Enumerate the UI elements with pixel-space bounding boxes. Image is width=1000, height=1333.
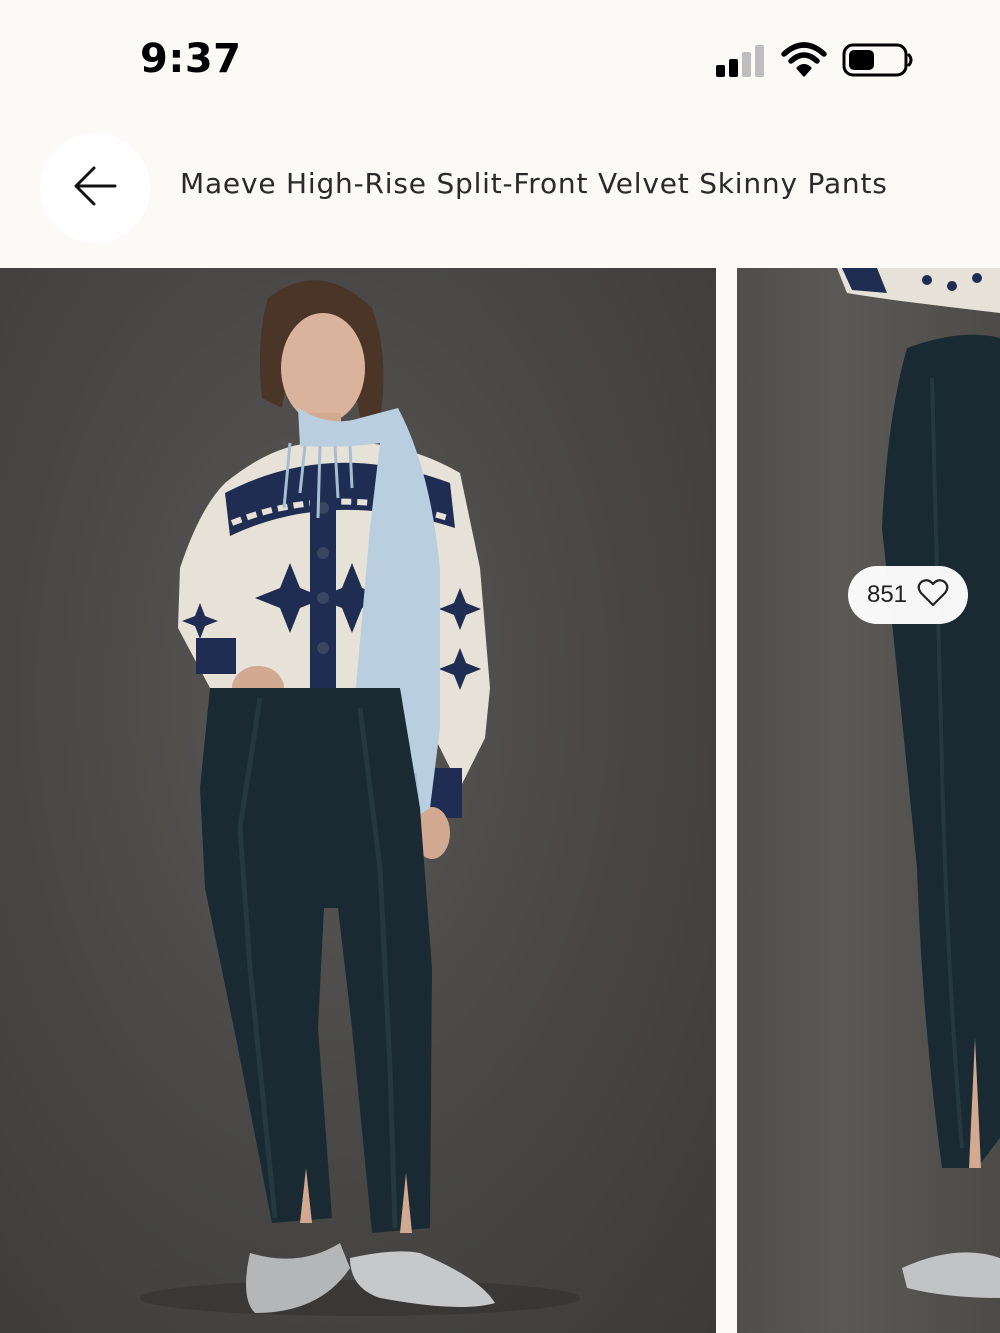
wifi-icon: [780, 40, 828, 78]
like-button[interactable]: 851: [848, 566, 968, 624]
status-time: 9:37: [140, 36, 242, 82]
like-count: 851: [866, 581, 908, 608]
back-button[interactable]: [40, 133, 150, 243]
product-image-gallery[interactable]: 851: [0, 268, 1000, 1333]
product-header: Maeve High-Rise Split-Front Velvet Skinn…: [0, 120, 1000, 268]
battery-icon: [842, 42, 914, 78]
heart-outline-icon: [917, 578, 949, 612]
product-title: Maeve High-Rise Split-Front Velvet Skinn…: [180, 167, 888, 200]
product-photo-full-outfit[interactable]: [0, 268, 716, 1333]
arrow-left-icon: [72, 166, 118, 210]
cellular-signal-icon: [716, 45, 768, 77]
product-photo-side-view[interactable]: [737, 268, 1000, 1333]
status-bar: 9:37: [0, 0, 1000, 120]
